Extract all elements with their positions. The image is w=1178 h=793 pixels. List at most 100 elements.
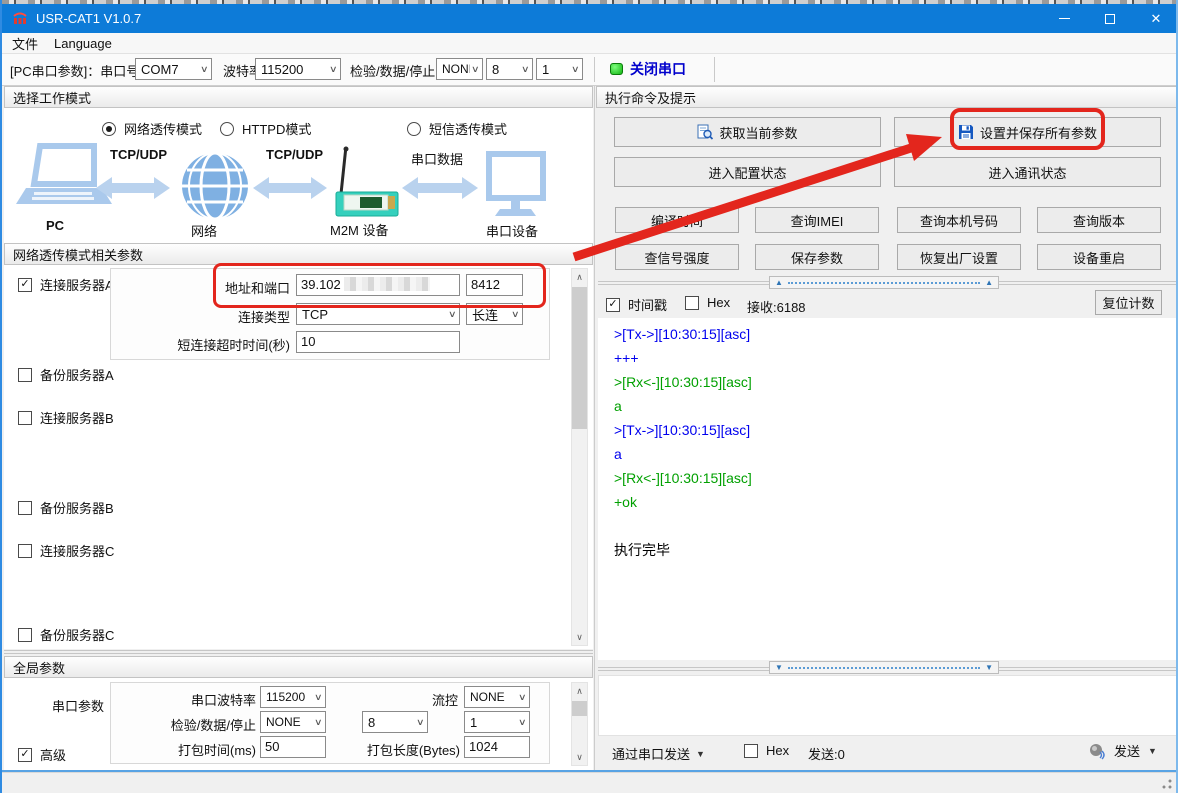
link-label: TCP/UDP (110, 147, 167, 162)
get-current-params-button[interactable]: 获取当前参数 (614, 117, 881, 147)
checkbox-backup-server-c[interactable]: 备份服务器C (18, 625, 114, 644)
databits-select[interactable]: 8∨ (486, 58, 533, 80)
toolbar-separator (714, 57, 715, 82)
conn-mode-select[interactable]: 长连∨ (466, 303, 523, 325)
save-params-button[interactable]: 保存参数 (755, 244, 879, 270)
checkbox-backup-server-b[interactable]: 备份服务器B (18, 498, 114, 517)
scroll-up-icon[interactable]: ∧ (572, 269, 587, 285)
server-list-scrollbar[interactable]: ∧ ∨ (571, 268, 588, 646)
window-title: USR-CAT1 V1.0.7 (36, 11, 141, 26)
server-port-input[interactable]: 8412 (466, 274, 523, 296)
menu-file[interactable]: 文件 (12, 34, 38, 53)
conn-type-select[interactable]: TCP∨ (296, 303, 460, 325)
pc-serial-params-label: [PC串口参数]：串口号 (10, 61, 139, 80)
log-line: +++ (614, 346, 752, 370)
set-save-all-params-button[interactable]: 设置并保存所有参数 (894, 117, 1161, 147)
conn-type-label: 连接类型 (170, 307, 290, 326)
speaker-icon (1088, 742, 1106, 760)
scroll-up-icon[interactable]: ∧ (572, 683, 587, 699)
scrollbar-thumb[interactable] (572, 701, 587, 716)
query-local-number-button[interactable]: 查询本机号码 (897, 207, 1021, 233)
query-signal-button[interactable]: 查信号强度 (615, 244, 739, 270)
parity-select[interactable]: NONI∨ (436, 58, 483, 80)
checkbox-icon (18, 368, 32, 382)
radio-sms-mode[interactable]: 短信透传模式 (407, 119, 507, 138)
splitter-line[interactable] (4, 650, 593, 651)
checkbox-hex-send[interactable]: Hex (744, 743, 789, 758)
g-flow-select[interactable]: NONE∨ (464, 686, 530, 708)
serial-params-label: 串口参数 (52, 696, 104, 715)
enter-comm-state-button[interactable]: 进入通讯状态 (894, 157, 1161, 187)
log-splitter-handle[interactable]: ▲ ▲ (769, 276, 999, 289)
menu-language[interactable]: Language (54, 36, 112, 51)
recv-counter: 接收:6188 (747, 297, 806, 316)
baud-select[interactable]: 115200∨ (255, 58, 341, 80)
send-splitter-handle[interactable]: ▼ ▼ (769, 661, 999, 674)
global-params-scrollbar[interactable]: ∧ ∨ (571, 682, 588, 766)
reset-counter-button[interactable]: 复位计数 (1095, 290, 1162, 315)
radio-net-transparent-mode[interactable]: 网络透传模式 (102, 119, 202, 138)
checkbox-backup-server-a[interactable]: 备份服务器A (18, 365, 114, 384)
g-packtime-input[interactable]: 50 (260, 736, 326, 758)
log-line: a (614, 394, 752, 418)
checkbox-connect-server-c[interactable]: 连接服务器C (18, 541, 114, 560)
compile-time-button[interactable]: 编译时间 (615, 207, 739, 233)
send-input-area[interactable] (598, 675, 1178, 736)
double-arrow-icon (253, 177, 327, 199)
close-button[interactable]: ✕ (1133, 4, 1178, 33)
splitter-dots (788, 667, 980, 669)
splitter-line[interactable] (4, 653, 593, 654)
close-icon: ✕ (1151, 12, 1162, 25)
short-conn-timeout-input[interactable]: 10 (296, 331, 460, 353)
maximize-button[interactable] (1087, 4, 1133, 33)
factory-reset-button[interactable]: 恢复出厂设置 (897, 244, 1021, 270)
g-databits-select[interactable]: 8∨ (362, 711, 428, 733)
checkbox-connect-server-b[interactable]: 连接服务器B (18, 408, 114, 427)
chevron-down-icon: ∨ (448, 309, 457, 320)
g-parity-select[interactable]: NONE∨ (260, 711, 326, 733)
g-baud-select[interactable]: 115200∨ (260, 686, 326, 708)
checkbox-icon (18, 544, 32, 558)
doc-magnifier-icon (697, 124, 713, 140)
section-header-commands: 执行命令及提示 (596, 86, 1178, 108)
collapse-down-icon: ▼ (985, 664, 993, 672)
log-output: >[Tx->][10:30:15][asc]+++>[Rx<-][10:30:1… (614, 322, 752, 562)
checkbox-icon: ✓ (18, 278, 32, 292)
send-via-serial-dropdown[interactable]: 通过串口发送▼ (612, 744, 705, 763)
network-globe-icon (182, 153, 248, 219)
double-arrow-icon (96, 177, 170, 199)
chevron-down-icon: ∨ (314, 692, 323, 703)
checkbox-connect-server-a[interactable]: ✓连接服务器A (18, 275, 114, 294)
checkbox-hex-recv[interactable]: Hex (685, 295, 730, 310)
com-port-select[interactable]: COM7∨ (135, 58, 212, 80)
g-packtime-label: 打包时间(ms) (154, 740, 256, 759)
query-version-button[interactable]: 查询版本 (1037, 207, 1161, 233)
enter-config-state-button[interactable]: 进入配置状态 (614, 157, 881, 187)
scrollbar-thumb[interactable] (572, 287, 587, 429)
send-button[interactable]: 发送 ▼ (1088, 741, 1157, 760)
checkbox-timestamp[interactable]: ✓时间戳 (606, 295, 667, 314)
g-packlen-input[interactable]: 1024 (464, 736, 530, 758)
g-baud-label: 串口波特率 (154, 690, 256, 709)
collapse-up-icon: ▲ (985, 279, 993, 287)
sent-counter: 发送:0 (808, 744, 845, 763)
log-line: >[Rx<-][10:30:15][asc] (614, 466, 752, 490)
maximize-icon (1105, 14, 1115, 24)
collapse-down-icon: ▼ (775, 664, 783, 672)
scroll-down-icon[interactable]: ∨ (572, 749, 587, 765)
close-port-button[interactable]: 关闭串口 (610, 59, 686, 79)
server-address-input[interactable]: 39.102 (296, 274, 460, 296)
minimize-button[interactable] (1041, 4, 1087, 33)
g-stopbits-select[interactable]: 1∨ (464, 711, 530, 733)
redacted-address-mosaic (344, 277, 430, 291)
titlebar: USR-CAT1 V1.0.7 ✕ (2, 4, 1178, 33)
resize-grip[interactable] (1162, 779, 1172, 789)
radio-httpd-mode[interactable]: HTTPD模式 (220, 119, 311, 138)
stopbits-select[interactable]: 1∨ (536, 58, 583, 80)
m2m-device-icon (336, 147, 398, 217)
query-imei-button[interactable]: 查询IMEI (755, 207, 879, 233)
checkbox-advanced[interactable]: ✓高级 (18, 745, 66, 764)
scroll-down-icon[interactable]: ∨ (572, 629, 587, 645)
panel-divider[interactable] (594, 86, 595, 770)
device-restart-button[interactable]: 设备重启 (1037, 244, 1161, 270)
